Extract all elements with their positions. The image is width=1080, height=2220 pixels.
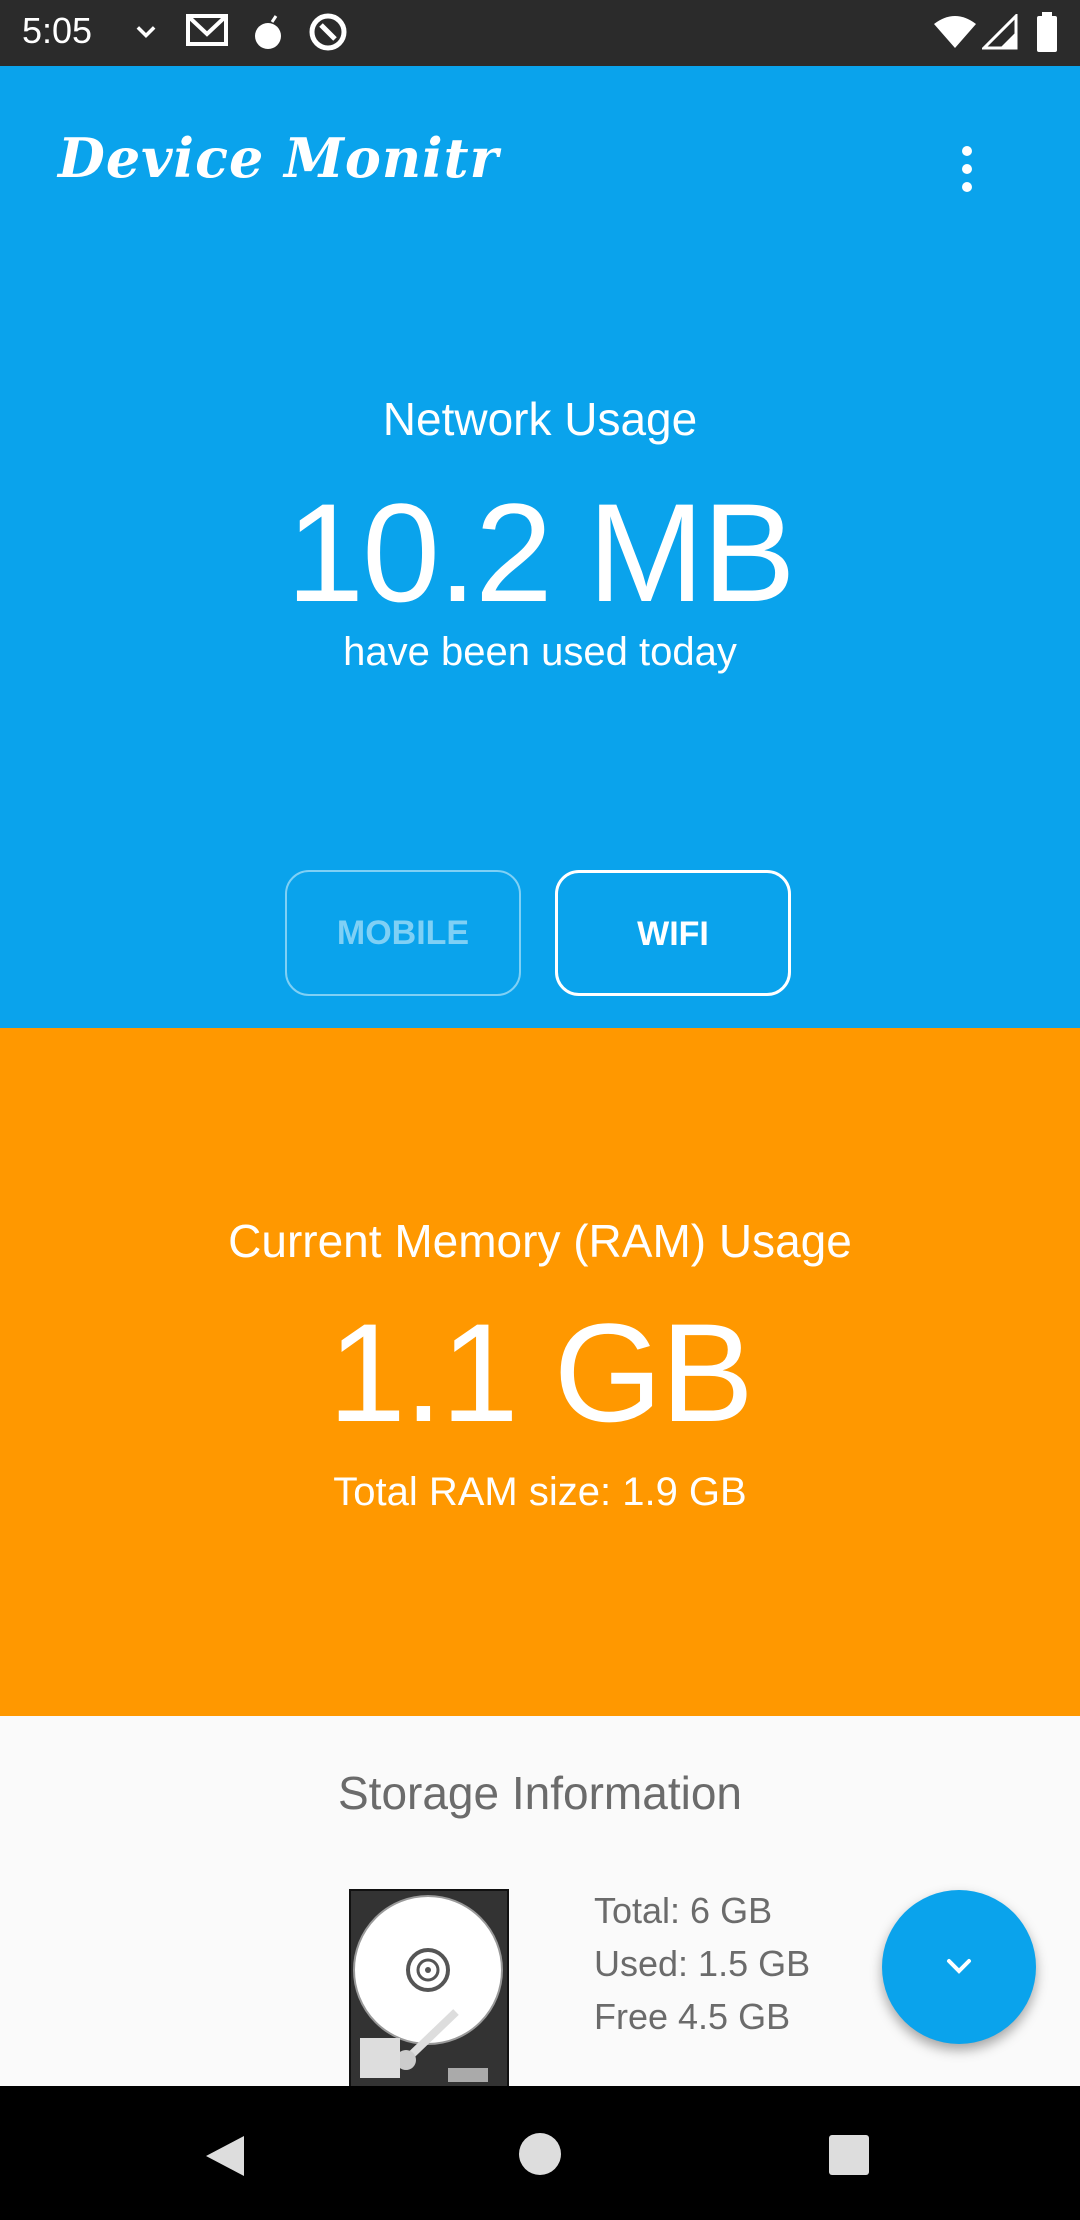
- scroll-down-fab[interactable]: [882, 1890, 1036, 2044]
- status-bar: 5:05: [0, 0, 1080, 66]
- chevron-down-icon: [132, 18, 160, 51]
- at-sign-icon: [308, 12, 348, 57]
- battery-icon: [1036, 12, 1058, 57]
- storage-total: Total: 6 GB: [594, 1890, 773, 1931]
- back-icon[interactable]: [200, 2132, 248, 2185]
- network-usage-value: 10.2 MB: [286, 474, 795, 631]
- app-logo: Device Monitr: [58, 126, 500, 190]
- bomb-icon: [252, 12, 286, 57]
- memory-usage-panel: Current Memory (RAM) Usage 1.1 GB Total …: [0, 1028, 1080, 1716]
- status-time: 5:05: [22, 10, 93, 51]
- storage-free: Free 4.5 GB: [594, 1996, 791, 2037]
- network-usage-title: Network Usage: [382, 393, 698, 445]
- total-ram-text: Total RAM size: 1.9 GB: [333, 1470, 747, 1514]
- wifi-toggle-button[interactable]: WIFI: [555, 870, 791, 996]
- chevron-down-icon: [947, 1959, 971, 1974]
- gmail-icon: [186, 12, 228, 53]
- more-vert-icon[interactable]: [946, 140, 986, 200]
- app-bar: Device Monitr: [0, 66, 1080, 206]
- hard-drive-icon: [348, 1888, 510, 2086]
- network-usage-subtitle: have been used today: [343, 630, 737, 674]
- memory-usage-title: Current Memory (RAM) Usage: [228, 1215, 852, 1267]
- memory-usage-value: 1.1 GB: [328, 1294, 754, 1451]
- storage-used: Used: 1.5 GB: [594, 1943, 811, 1984]
- home-icon[interactable]: [518, 2132, 562, 2181]
- signal-icon: [980, 12, 1018, 55]
- navigation-bar: [0, 2086, 1080, 2220]
- wifi-icon: [934, 14, 976, 53]
- mobile-toggle-button[interactable]: MOBILE: [285, 870, 521, 996]
- network-usage-panel: Network Usage 10.2 MB have been used tod…: [0, 206, 1080, 1028]
- recents-icon[interactable]: [828, 2134, 870, 2181]
- storage-title: Storage Information: [337, 1767, 742, 1819]
